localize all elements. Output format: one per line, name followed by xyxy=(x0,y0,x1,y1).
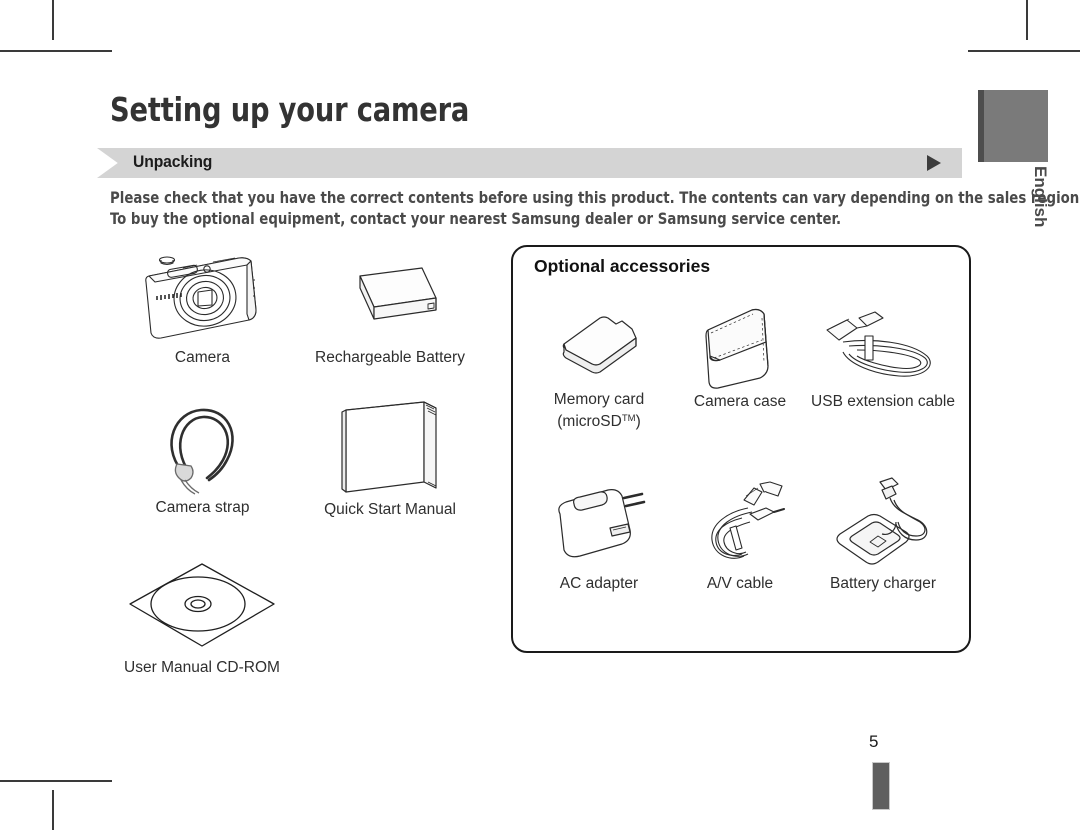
optional-item-memory-card: Memory card (microSDTM) xyxy=(530,308,668,431)
included-item-camera: Camera xyxy=(120,248,285,367)
ac-adapter-illustration xyxy=(558,489,646,558)
av-cable-illustration xyxy=(711,481,785,559)
optional-item-usb-cable: USB extension cable xyxy=(808,302,958,411)
cd-rom-illustration xyxy=(129,563,275,647)
booklet-illustration xyxy=(340,401,437,493)
item-caption: AC adapter xyxy=(559,575,639,592)
item-caption: Memory card xyxy=(553,391,645,408)
memory-card-illustration xyxy=(562,316,637,374)
manual-page: Setting up your camera Unpacking Please … xyxy=(0,0,1080,835)
language-label: English xyxy=(1031,166,1050,228)
page-title: Setting up your camera xyxy=(110,90,470,129)
optional-item-ac-adapter: AC adapter xyxy=(530,482,668,593)
item-caption-sub: (microSDTM) xyxy=(557,413,641,430)
intro-line-2: To buy the optional equipment, contact y… xyxy=(110,210,842,228)
section-header-bar xyxy=(97,148,962,178)
item-caption: A/V cable xyxy=(706,575,774,592)
included-item-manual: Quick Start Manual xyxy=(305,396,475,519)
optional-item-camera-case: Camera case xyxy=(678,300,802,411)
battery-illustration xyxy=(359,267,437,320)
battery-charger-illustration xyxy=(836,477,928,565)
camera-illustration xyxy=(145,256,257,339)
intro-line-1: Please check that you have the correct c… xyxy=(110,189,1080,207)
item-caption: Rechargeable Battery xyxy=(315,349,465,366)
optional-accessories-title: Optional accessories xyxy=(534,256,711,276)
item-caption: User Manual CD-ROM xyxy=(124,659,280,676)
usb-cable-illustration xyxy=(826,311,931,377)
page-number: 5 xyxy=(869,732,879,751)
section-heading: Unpacking xyxy=(133,153,213,171)
item-caption: Camera case xyxy=(693,393,787,410)
camera-case-illustration xyxy=(705,308,769,389)
camera-strap-illustration xyxy=(169,408,234,495)
trademark-symbol: TM xyxy=(621,413,636,424)
intro-paragraph: Please check that you have the correct c… xyxy=(110,188,1080,230)
item-caption: Quick Start Manual xyxy=(324,501,456,518)
item-caption: USB extension cable xyxy=(811,393,955,410)
triangle-right-icon xyxy=(927,155,941,171)
optional-item-av-cable: A/V cable xyxy=(678,478,802,593)
item-caption: Camera xyxy=(174,349,231,366)
item-caption: Battery charger xyxy=(830,575,936,592)
item-caption: Camera strap xyxy=(155,499,250,516)
included-item-battery: Rechargeable Battery xyxy=(305,262,475,367)
page-edge-tab-marker xyxy=(872,762,890,810)
language-tab-marker xyxy=(978,90,1048,162)
included-item-strap: Camera strap xyxy=(120,398,285,517)
included-item-cdrom: User Manual CD-ROM xyxy=(118,556,286,677)
optional-item-battery-charger: Battery charger xyxy=(808,474,958,593)
